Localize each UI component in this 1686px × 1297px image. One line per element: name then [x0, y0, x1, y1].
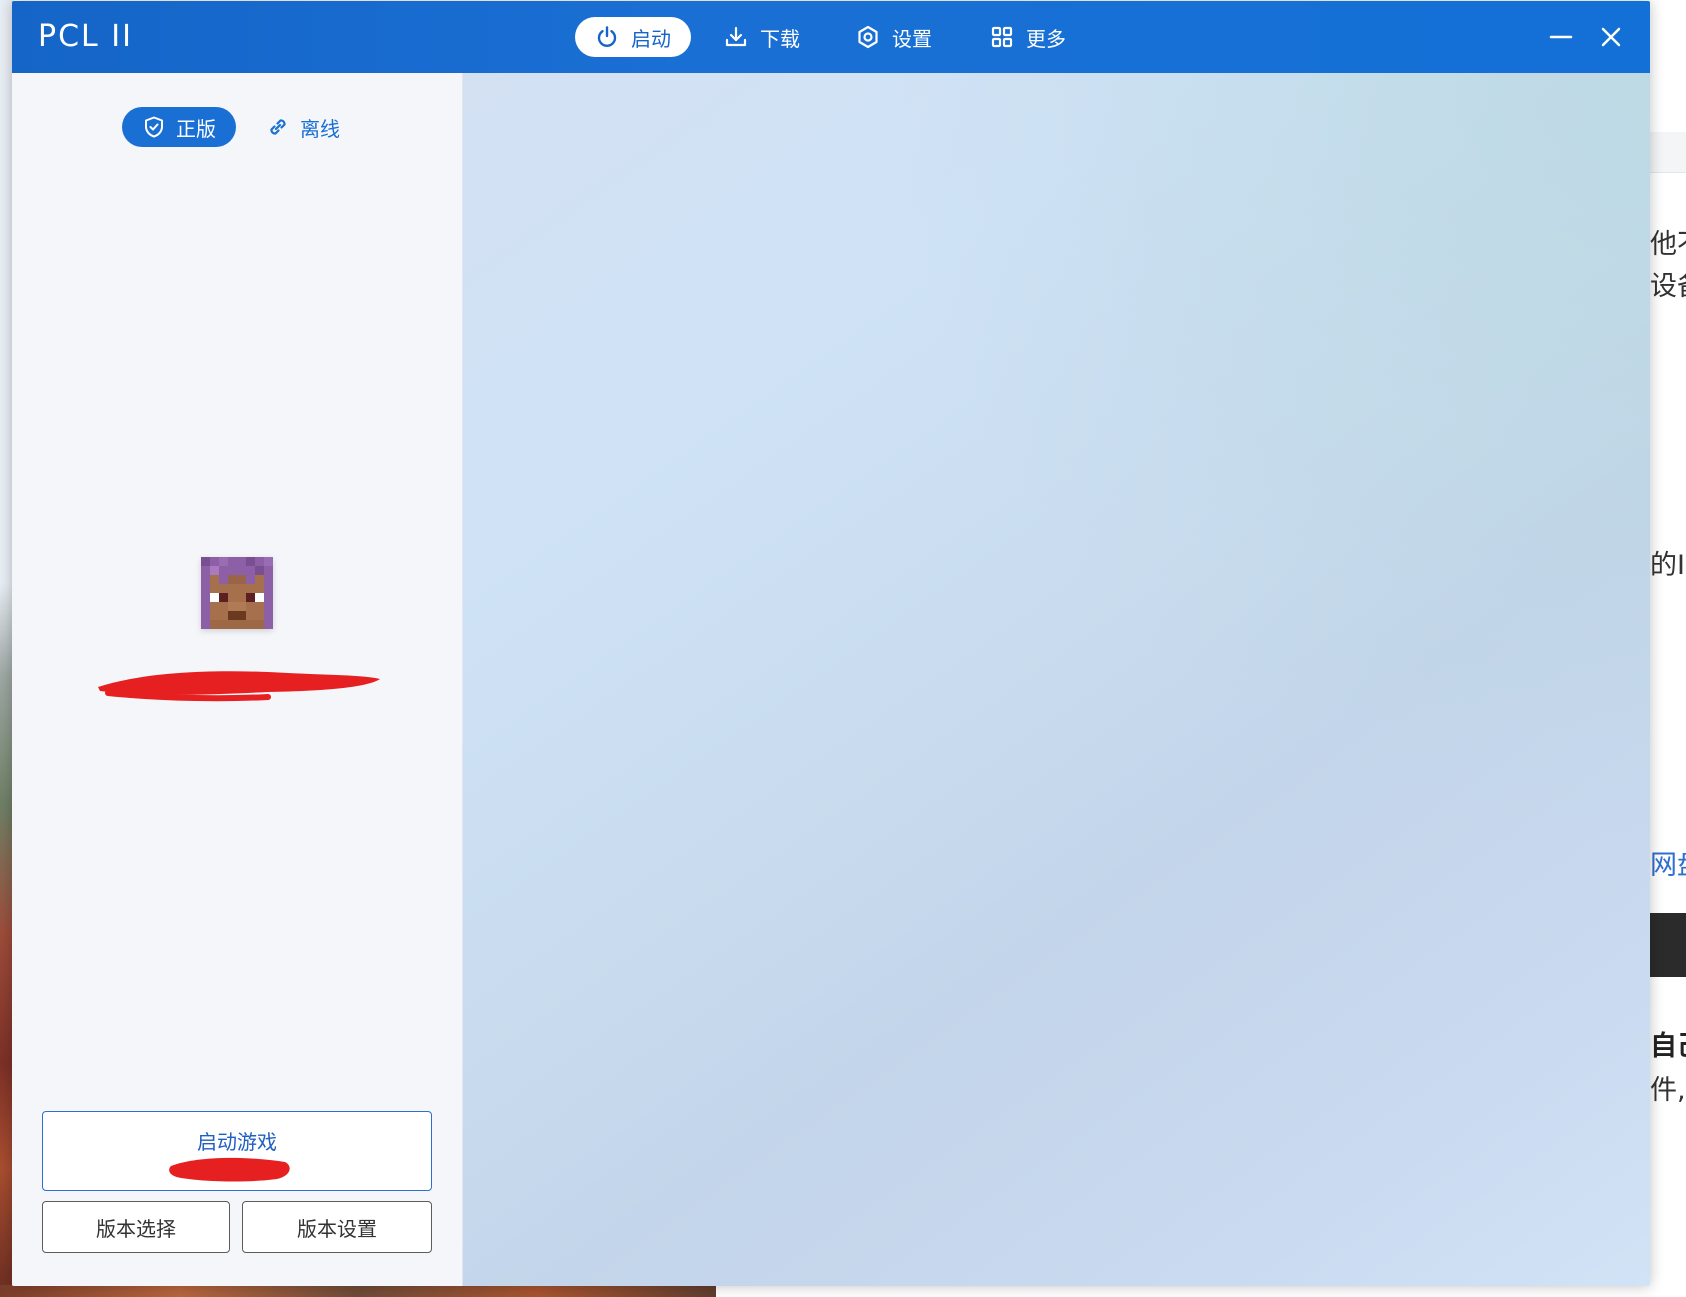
background-text: 的I: [1650, 550, 1685, 581]
login-mode-official[interactable]: 正版: [122, 107, 236, 147]
settings-icon: [858, 25, 878, 49]
background-heading: 自己: [1650, 1031, 1686, 1062]
tab-label: 下载: [760, 26, 800, 51]
app-title: PCL II: [38, 19, 133, 54]
background-text: 件,: [1650, 1075, 1686, 1106]
tab-label: 启动: [631, 26, 671, 51]
close-icon[interactable]: [1595, 21, 1627, 53]
desktop-wallpaper-bottom: [0, 1285, 716, 1297]
redacted-username: [98, 671, 380, 702]
background-link[interactable]: 网盘: [1650, 843, 1686, 882]
version-select-button[interactable]: 版本选择: [42, 1201, 230, 1253]
title-bar[interactable]: PCL II 启动 下载 设置 更多: [12, 1, 1650, 73]
tab-more[interactable]: 更多: [990, 17, 1066, 57]
background-text: 设备: [1650, 271, 1686, 302]
background-window-header: [1648, 0, 1686, 133]
login-mode-label: 正版: [176, 116, 216, 141]
tab-download[interactable]: 下载: [724, 17, 800, 57]
redacted-version-name: [169, 1157, 290, 1182]
power-icon: [597, 26, 617, 48]
background-text: 他不: [1650, 229, 1686, 260]
tab-label: 设置: [892, 26, 932, 51]
version-settings-button[interactable]: 版本设置: [242, 1201, 432, 1253]
background-code-block: [1648, 913, 1686, 977]
minimize-icon[interactable]: [1545, 21, 1577, 53]
grid-icon: [991, 26, 1013, 48]
tab-label: 更多: [1026, 26, 1066, 51]
login-mode-offline[interactable]: 离线: [246, 107, 360, 147]
link-icon: [270, 119, 286, 135]
tab-launch[interactable]: 启动: [575, 17, 691, 57]
player-skin-avatar[interactable]: [201, 557, 273, 629]
launch-content-area: [463, 73, 1650, 1286]
login-mode-label: 离线: [300, 116, 340, 141]
launch-game-label: 启动游戏: [197, 1130, 277, 1154]
launcher-window: PCL II 启动 下载 设置 更多 正版 离线 启动游戏 版本选择 版本设置: [12, 1, 1650, 1286]
launch-sidebar: 正版 离线 启动游戏 版本选择 版本设置: [12, 73, 463, 1286]
content-background: [463, 73, 1650, 1286]
tab-settings[interactable]: 设置: [856, 17, 932, 57]
shield-check-icon: [145, 116, 163, 138]
launch-game-button[interactable]: 启动游戏: [42, 1111, 432, 1191]
download-icon: [725, 26, 747, 47]
login-mode-toggle: 正版 离线: [122, 107, 360, 147]
background-window-toolbar: [1648, 132, 1686, 173]
